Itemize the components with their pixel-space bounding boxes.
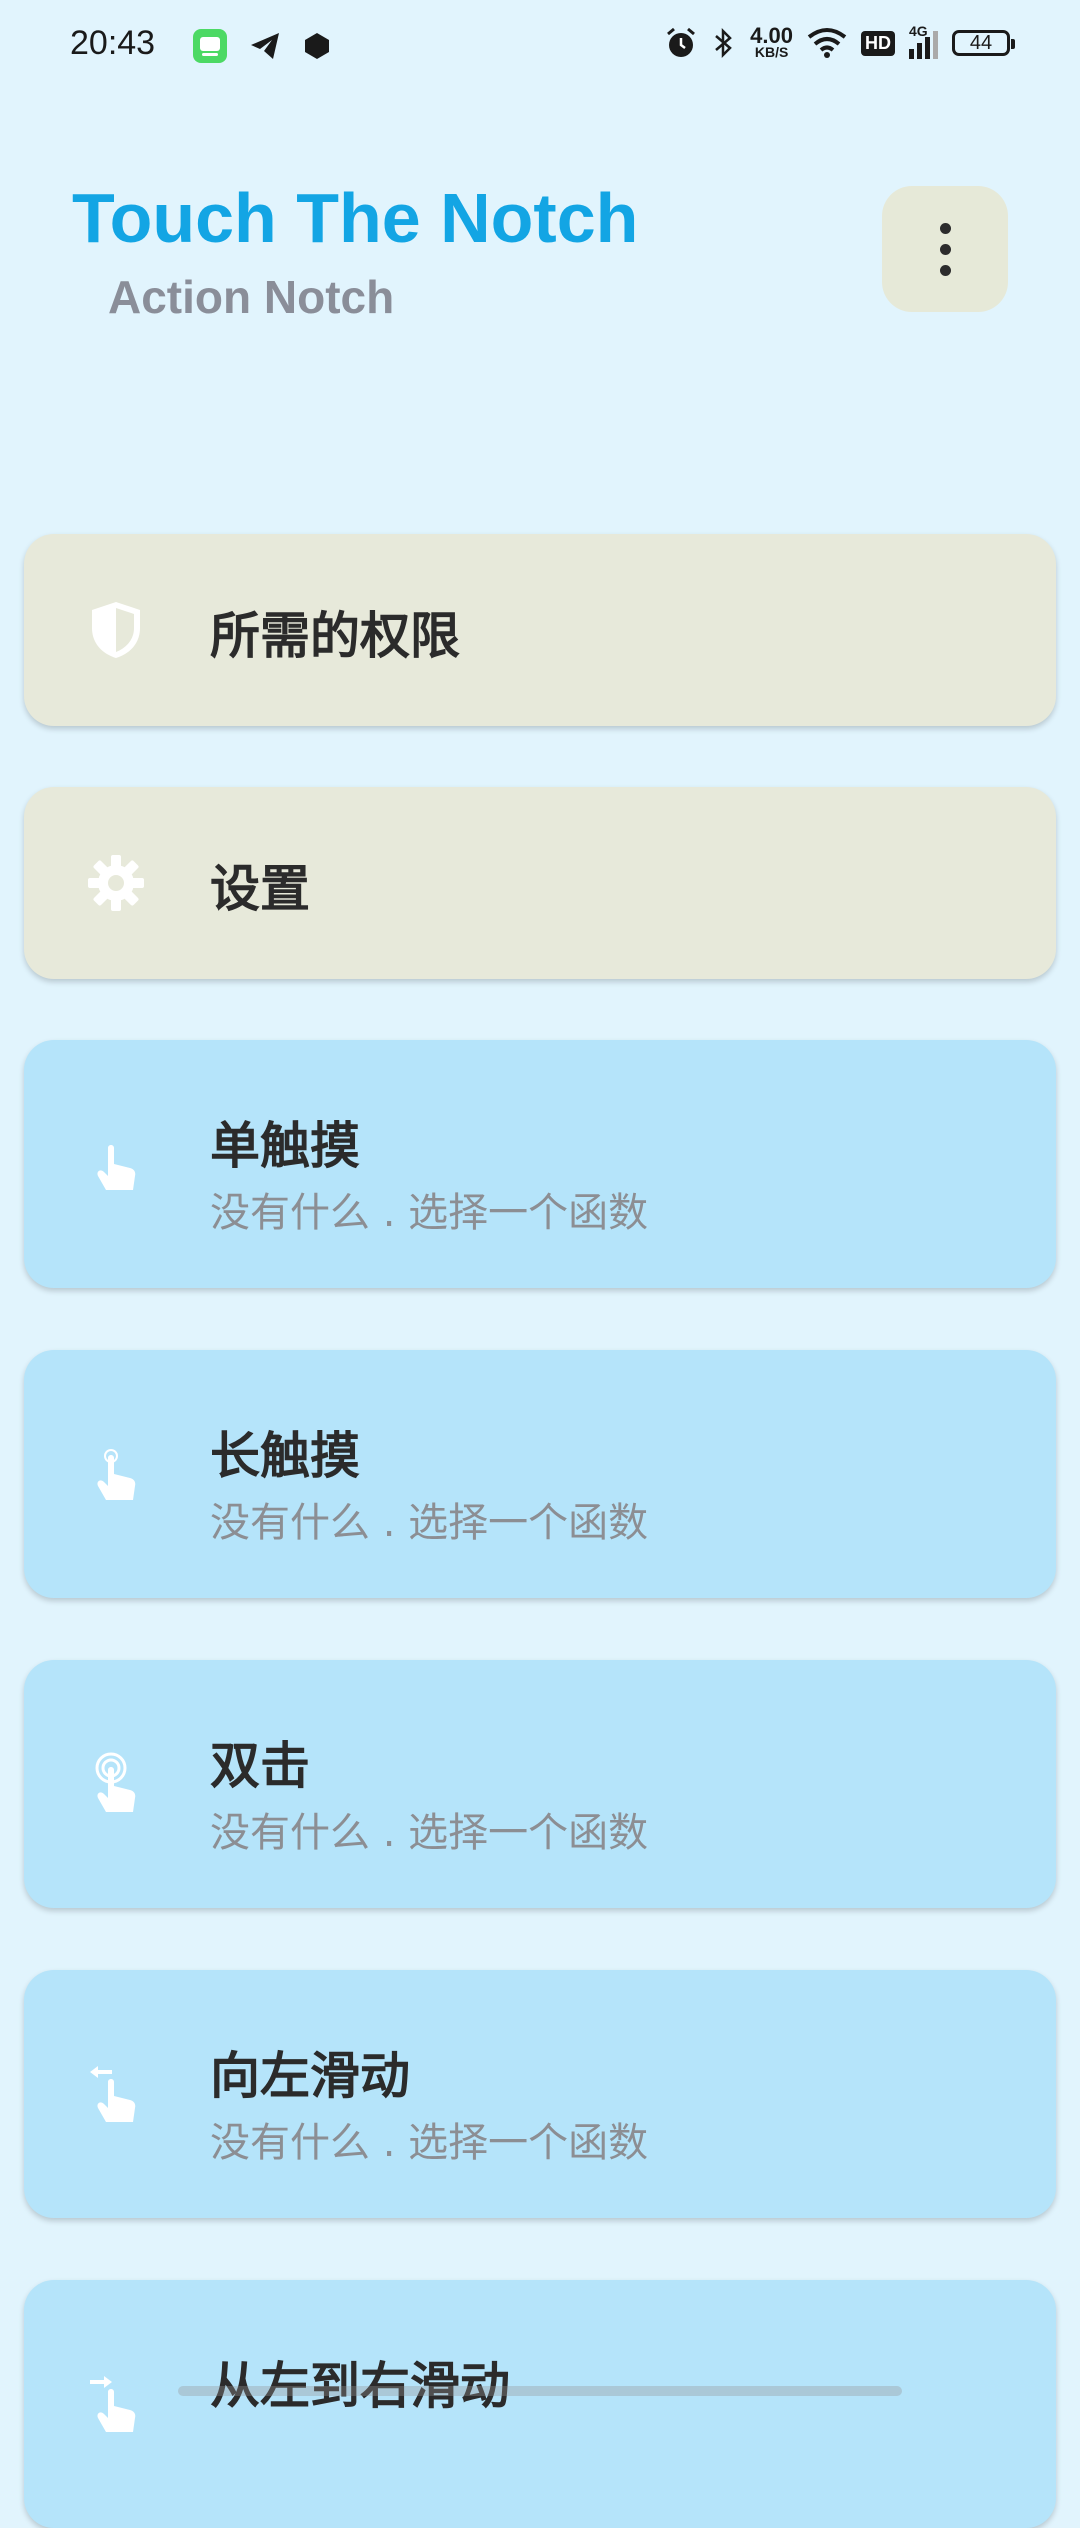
signal-icon: 4G <box>909 23 938 59</box>
status-bar: 20:43 4.00 KB/S HD 4G 44 <box>0 0 1080 96</box>
hd-badge: HD <box>861 30 895 56</box>
app-subtitle: Action Notch <box>108 271 395 323</box>
network-type: 4G <box>909 23 928 39</box>
card-required-permissions[interactable]: 所需的权限 <box>24 534 1056 726</box>
network-speed: 4.00 KB/S <box>750 25 793 60</box>
card-label: 单触摸 <box>210 1117 360 1175</box>
gesture-navigation-bar[interactable] <box>178 2386 902 2396</box>
battery-icon: 44 <box>952 30 1015 56</box>
menu-dot-icon <box>939 264 951 276</box>
card-description: 没有什么 . 选择一个函数 <box>210 1810 649 1856</box>
bluetooth-icon <box>715 27 733 59</box>
menu-dot-icon <box>939 243 951 255</box>
speed-unit: KB/S <box>754 44 789 60</box>
card-description: 没有什么 . 选择一个函数 <box>210 1190 649 1236</box>
card-description: 没有什么 . 选择一个函数 <box>210 2120 649 2166</box>
long-press-icon <box>97 1449 136 1500</box>
card-swipe-left[interactable]: 向左滑动 没有什么 . 选择一个函数 <box>24 1970 1056 2218</box>
card-label: 设置 <box>210 860 310 918</box>
card-long-touch[interactable]: 长触摸 没有什么 . 选择一个函数 <box>24 1350 1056 1598</box>
overflow-menu-button[interactable] <box>882 186 1008 312</box>
app-title: Touch The Notch <box>72 179 639 257</box>
tap-icon <box>97 1145 136 1190</box>
battery-level: 44 <box>969 31 993 54</box>
card-double-tap[interactable]: 双击 没有什么 . 选择一个函数 <box>24 1660 1056 1908</box>
double-tap-icon <box>95 1752 136 1812</box>
card-label: 从左到右滑动 <box>210 2357 510 2415</box>
system-icons: 4.00 KB/S HD 4G 44 <box>664 23 1015 60</box>
card-label: 所需的权限 <box>210 607 460 665</box>
card-description: 没有什么 . 选择一个函数 <box>210 1500 649 1546</box>
swipe-left-icon <box>90 2066 136 2122</box>
messages-app-icon <box>193 29 227 63</box>
status-time: 20:43 <box>70 24 156 62</box>
shield-icon <box>92 602 140 658</box>
swipe-right-icon <box>90 2376 136 2432</box>
card-settings[interactable]: 设置 <box>24 787 1056 979</box>
alarm-icon <box>667 27 696 57</box>
hexagon-app-icon <box>305 33 329 59</box>
menu-dot-icon <box>939 222 951 234</box>
card-swipe-left-to-right[interactable]: 从左到右滑动 <box>24 2280 1056 2528</box>
card-label: 向左滑动 <box>210 2047 410 2105</box>
wifi-icon <box>807 28 847 58</box>
card-single-touch[interactable]: 单触摸 没有什么 . 选择一个函数 <box>24 1040 1056 1288</box>
telegram-icon <box>251 33 279 59</box>
card-label: 长触摸 <box>210 1427 360 1485</box>
card-label: 双击 <box>210 1737 310 1795</box>
gear-icon <box>88 855 144 911</box>
notification-icons <box>192 28 332 64</box>
